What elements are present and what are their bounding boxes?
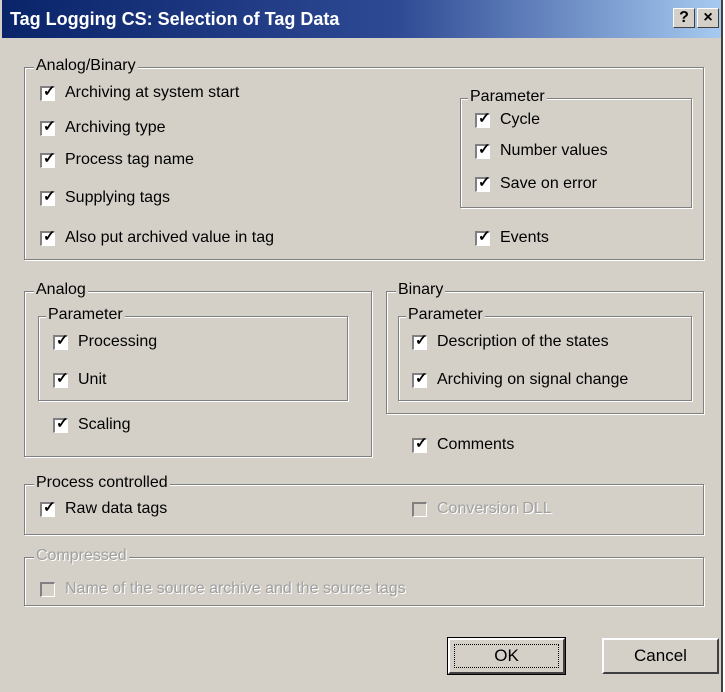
ok-button[interactable]: OK — [447, 637, 566, 675]
check-icon: ✓ — [43, 117, 56, 135]
legend-compressed: Compressed — [34, 547, 129, 565]
checkbox-cycle[interactable]: ✓ Cycle — [475, 111, 540, 129]
checkbox-label: Comments — [437, 436, 515, 453]
checkbox-box[interactable]: ✓ — [475, 227, 491, 246]
checkbox-box[interactable]: ✓ — [412, 369, 428, 388]
cancel-button[interactable]: Cancel — [602, 638, 719, 674]
checkbox-unit[interactable]: ✓ Unit — [53, 371, 106, 389]
checkbox-raw-data-tags[interactable]: ✓ Raw data tags — [40, 500, 167, 518]
check-icon: ✓ — [478, 109, 491, 127]
checkbox-archiving-on-signal-change[interactable]: ✓ Archiving on signal change — [412, 371, 628, 389]
check-icon: ✓ — [415, 369, 428, 387]
title-bar[interactable]: Tag Logging CS: Selection of Tag Data ? … — [2, 0, 721, 38]
checkbox-label: Archiving on signal change — [437, 371, 629, 388]
checkbox-archiving-type[interactable]: ✓ Archiving type — [40, 119, 166, 137]
checkbox-supplying-tags[interactable]: ✓ Supplying tags — [40, 189, 170, 207]
checkbox-box[interactable]: ✓ — [40, 149, 56, 168]
check-icon: ✓ — [43, 187, 56, 205]
check-icon: ✓ — [56, 369, 69, 387]
checkbox-box[interactable]: ✓ — [53, 369, 69, 388]
checkbox-box[interactable]: ✓ — [475, 109, 491, 128]
dialog-window: Tag Logging CS: Selection of Tag Data ? … — [0, 0, 723, 692]
checkbox-processing[interactable]: ✓ Processing — [53, 333, 157, 351]
checkbox-box[interactable]: ✓ — [40, 498, 56, 517]
checkbox-box[interactable]: ✓ — [412, 434, 428, 453]
checkbox-box[interactable]: ✓ — [40, 82, 56, 101]
checkbox-box[interactable]: ✓ — [53, 414, 69, 433]
legend-parameter-analog: Parameter — [46, 306, 125, 324]
checkbox-label: Process tag name — [65, 151, 194, 168]
legend-analog: Analog — [34, 281, 88, 299]
checkbox-label: Name of the source archive and the sourc… — [65, 580, 406, 597]
legend-process-controlled: Process controlled — [34, 474, 170, 492]
checkbox-box[interactable]: ✓ — [40, 117, 56, 136]
checkbox-label: Unit — [78, 371, 107, 388]
checkbox-box[interactable] — [412, 501, 427, 517]
checkbox-scaling[interactable]: ✓ Scaling — [53, 416, 130, 434]
legend-analog-binary: Analog/Binary — [34, 57, 138, 75]
checkbox-conversion-dll[interactable]: Conversion DLL — [412, 500, 552, 518]
help-button[interactable]: ? — [673, 8, 695, 28]
checkbox-box[interactable]: ✓ — [53, 331, 69, 350]
checkbox-box[interactable]: ✓ — [40, 227, 56, 246]
checkbox-box[interactable]: ✓ — [475, 173, 491, 192]
checkbox-description-of-states[interactable]: ✓ Description of the states — [412, 333, 609, 351]
checkbox-label: Also put archived value in tag — [65, 229, 275, 246]
check-icon: ✓ — [43, 227, 56, 245]
checkbox-label: Save on error — [500, 175, 597, 192]
checkbox-archiving-at-system-start[interactable]: ✓ Archiving at system start — [40, 84, 239, 102]
checkbox-events[interactable]: ✓ Events — [475, 229, 549, 247]
checkbox-label: Supplying tags — [65, 189, 170, 206]
ok-button-label: OK — [494, 646, 519, 665]
checkbox-box[interactable]: ✓ — [40, 187, 56, 206]
checkbox-source-archive-tags[interactable]: Name of the source archive and the sourc… — [40, 580, 406, 598]
checkbox-box[interactable] — [40, 581, 55, 597]
checkbox-label: Cycle — [500, 111, 541, 128]
legend-binary: Binary — [396, 281, 446, 299]
checkbox-number-values[interactable]: ✓ Number values — [475, 142, 608, 160]
check-icon: ✓ — [415, 331, 428, 349]
checkbox-label: Processing — [78, 333, 158, 350]
checkbox-label: Description of the states — [437, 333, 609, 350]
checkbox-label: Archiving at system start — [65, 84, 240, 101]
checkbox-label: Events — [500, 229, 549, 246]
checkbox-comments[interactable]: ✓ Comments — [412, 436, 514, 454]
checkbox-process-tag-name[interactable]: ✓ Process tag name — [40, 151, 194, 169]
check-icon: ✓ — [56, 414, 69, 432]
checkbox-box[interactable]: ✓ — [412, 331, 428, 350]
check-icon: ✓ — [415, 434, 428, 452]
checkbox-label: Scaling — [78, 416, 131, 433]
help-icon: ? — [679, 9, 689, 26]
check-icon: ✓ — [478, 173, 491, 191]
check-icon: ✓ — [478, 227, 491, 245]
checkbox-also-put-archived-value[interactable]: ✓ Also put archived value in tag — [40, 229, 274, 247]
check-icon: ✓ — [56, 331, 69, 349]
check-icon: ✓ — [43, 149, 56, 167]
checkbox-label: Number values — [500, 142, 608, 159]
checkbox-box[interactable]: ✓ — [475, 140, 491, 159]
close-button[interactable]: × — [697, 8, 719, 28]
legend-parameter-general: Parameter — [468, 88, 547, 106]
check-icon: ✓ — [478, 140, 491, 158]
legend-parameter-binary: Parameter — [406, 306, 485, 324]
close-icon: × — [703, 9, 713, 26]
checkbox-label: Raw data tags — [65, 500, 168, 517]
check-icon: ✓ — [43, 498, 56, 516]
checkbox-label: Archiving type — [65, 119, 166, 136]
checkbox-save-on-error[interactable]: ✓ Save on error — [475, 175, 597, 193]
cancel-button-label: Cancel — [634, 646, 687, 665]
checkbox-label: Conversion DLL — [437, 500, 552, 517]
window-title: Tag Logging CS: Selection of Tag Data — [10, 9, 340, 29]
check-icon: ✓ — [43, 82, 56, 100]
